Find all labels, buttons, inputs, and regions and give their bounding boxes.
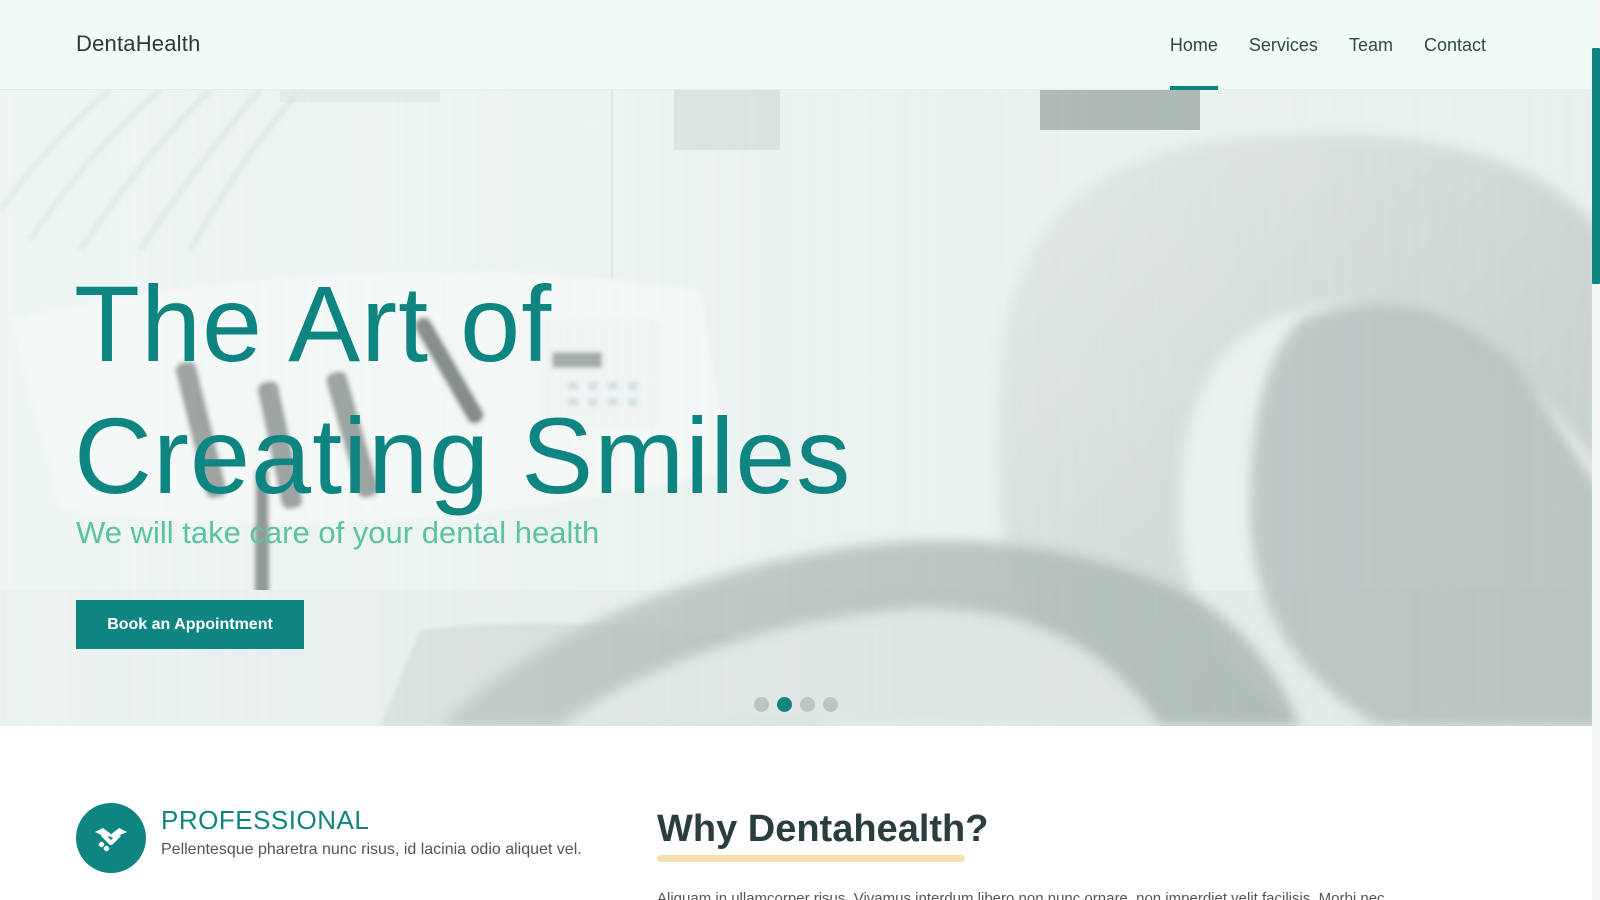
- carousel-dot-3[interactable]: [800, 697, 815, 712]
- nav-contact[interactable]: Contact: [1424, 0, 1486, 90]
- hero-title: The Art of Creating Smiles: [74, 258, 851, 522]
- why-text: Aliquam in ullamcorper risus. Vivamus in…: [657, 890, 1385, 900]
- hero-title-line-1: The Art of: [74, 263, 553, 384]
- why-title-underline: [657, 855, 965, 862]
- feature-title: PROFESSIONAL: [161, 805, 370, 835]
- brand-logo[interactable]: DentaHealth: [76, 31, 201, 57]
- nav-team[interactable]: Team: [1349, 0, 1393, 90]
- page: DentaHealth Home Services Team Contact T…: [0, 0, 1600, 900]
- main-nav: Home Services Team Contact: [1139, 0, 1486, 90]
- handshake-icon: [76, 803, 146, 873]
- scrollbar-thumb[interactable]: [1592, 48, 1600, 284]
- feature-professional: PROFESSIONAL Pellentesque pharetra nunc …: [76, 803, 616, 873]
- hero-carousel: The Art of Creating Smiles We will take …: [0, 90, 1600, 726]
- nav-home[interactable]: Home: [1169, 0, 1218, 90]
- book-appointment-button[interactable]: Book an Appointment: [76, 600, 304, 649]
- carousel-dot-1[interactable]: [754, 697, 769, 712]
- feature-text: Pellentesque pharetra nunc risus, id lac…: [161, 841, 582, 858]
- site-header: DentaHealth Home Services Team Contact: [0, 0, 1600, 90]
- hero-title-line-2: Creating Smiles: [74, 395, 852, 516]
- carousel-dot-4[interactable]: [823, 697, 838, 712]
- carousel-dot-2[interactable]: [777, 697, 792, 712]
- hero-subtitle: We will take care of your dental health: [76, 515, 600, 550]
- why-title: Why Dentahealth?: [657, 808, 989, 850]
- nav-services[interactable]: Services: [1249, 0, 1318, 90]
- carousel-indicators: [754, 697, 846, 712]
